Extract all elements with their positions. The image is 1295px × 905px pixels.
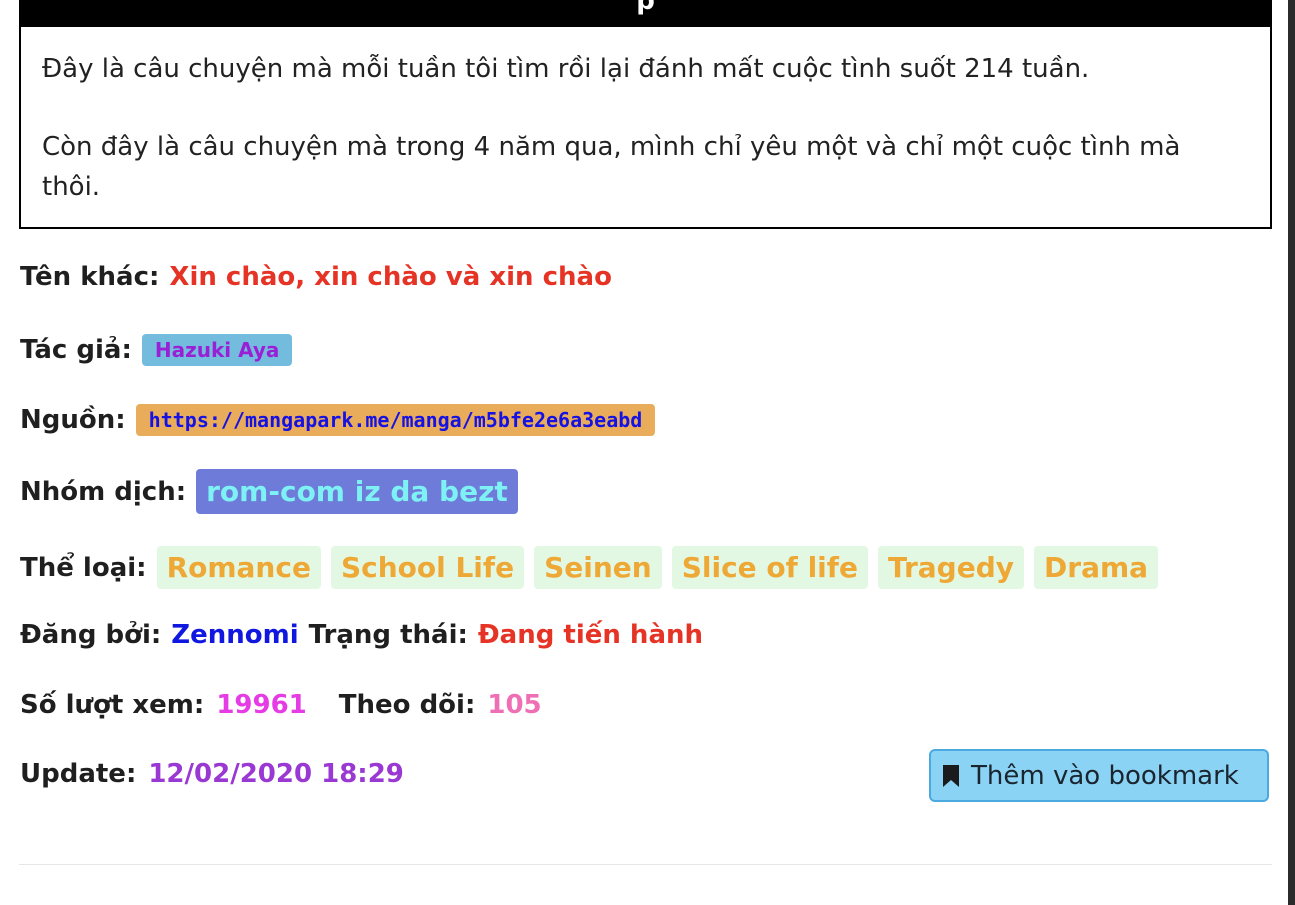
team-row: Nhóm dịch: rom-com iz da bezt: [20, 469, 518, 514]
scrollbar-edge: [1288, 0, 1295, 905]
alt-name-label: Tên khác:: [20, 262, 160, 292]
source-link[interactable]: https://mangapark.me/manga/m5bfe2e6a3eab…: [135, 404, 656, 436]
source-label: Nguồn:: [20, 405, 126, 435]
status-label: Trạng thái:: [308, 620, 468, 650]
update-label: Update:: [20, 759, 137, 789]
status-value: Đang tiến hành: [477, 620, 704, 650]
genre-row: Thể loại: Romance School Life Seinen Sli…: [20, 546, 1159, 589]
team-label: Nhóm dịch:: [20, 476, 187, 507]
follows-value: 105: [487, 690, 542, 720]
genre-tag-tragedy[interactable]: Tragedy: [877, 546, 1025, 589]
genre-label: Thể loại:: [20, 552, 147, 583]
section-divider: [19, 864, 1272, 865]
author-link[interactable]: Hazuki Aya: [141, 334, 293, 366]
posted-status-row: Đăng bởi: Zennomi Trạng thái: Đang tiến …: [20, 620, 703, 650]
genre-tag-drama[interactable]: Drama: [1034, 546, 1159, 589]
description-box: Đây là câu chuyện mà mỗi tuần tôi tìm rồ…: [19, 27, 1272, 229]
genre-tag-slice-of-life[interactable]: Slice of life: [671, 546, 868, 589]
views-label: Số lượt xem:: [20, 690, 205, 720]
genre-tag-romance[interactable]: Romance: [156, 546, 321, 589]
alt-name-row: Tên khác: Xin chào, xin chào và xin chào: [20, 262, 612, 292]
description-header-title: p: [636, 0, 655, 16]
stats-row: Số lượt xem: 19961 Theo dõi: 105: [20, 690, 542, 720]
genre-tag-school-life[interactable]: School Life: [330, 546, 525, 589]
description-header: p: [19, 0, 1272, 27]
genre-tag-seinen[interactable]: Seinen: [534, 546, 662, 589]
alt-name-value: Xin chào, xin chào và xin chào: [169, 262, 612, 292]
author-label: Tác giả:: [20, 335, 132, 365]
bookmark-icon: [943, 764, 959, 787]
update-row: Update: 12/02/2020 18:29: [20, 759, 404, 789]
source-row: Nguồn: https://mangapark.me/manga/m5bfe2…: [20, 404, 656, 436]
views-value: 19961: [216, 690, 307, 720]
description-paragraph-2: Còn đây là câu chuyện mà trong 4 năm qua…: [42, 132, 1181, 202]
follows-label: Theo dõi:: [338, 690, 476, 720]
team-link[interactable]: rom-com iz da bezt: [196, 469, 518, 514]
add-bookmark-button[interactable]: Thêm vào bookmark: [929, 749, 1269, 802]
posted-by-label: Đăng bởi:: [20, 620, 162, 650]
description-paragraph-1: Đây là câu chuyện mà mỗi tuần tôi tìm rồ…: [42, 54, 1090, 84]
author-row: Tác giả: Hazuki Aya: [20, 334, 293, 366]
add-bookmark-label: Thêm vào bookmark: [971, 760, 1239, 791]
update-value: 12/02/2020 18:29: [148, 759, 404, 789]
posted-by-link[interactable]: Zennomi: [171, 620, 298, 650]
